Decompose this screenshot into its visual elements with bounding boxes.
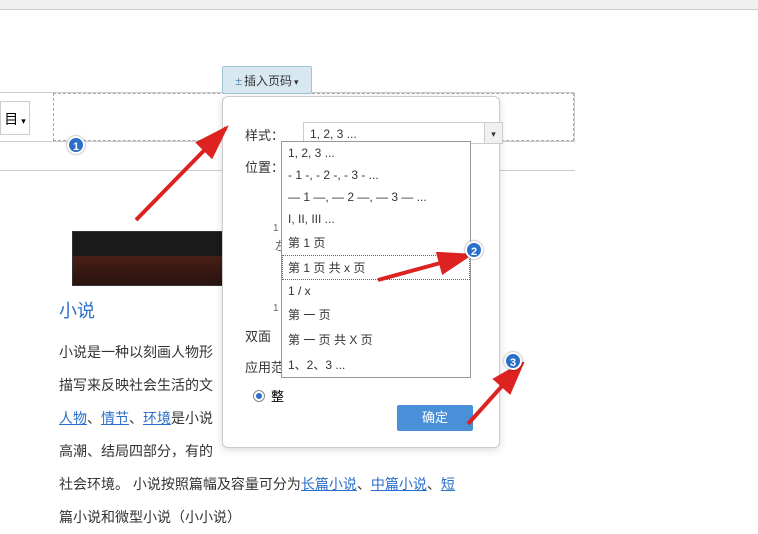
scope-whole-label: 整 [271, 386, 284, 405]
style-dropdown: 1, 2, 3 ... - 1 -, - 2 -, - 3 - ... — 1 … [281, 141, 471, 378]
chevron-down-icon: ▾ [21, 116, 26, 126]
dropdown-item[interactable]: - 1 -, - 2 -, - 3 - ... [282, 164, 470, 186]
article-line3: 是小说 [171, 410, 213, 426]
insert-page-number-button[interactable]: ±插入页码▾ [222, 66, 312, 94]
dropdown-item[interactable]: 1、2、3 ... [282, 352, 470, 377]
dropdown-item[interactable]: 第 一 页 [282, 302, 470, 327]
article-line2: 描写来反映社会生活的文 [59, 377, 213, 393]
page-number-dialog: 样式： 1, 2, 3 ... ▾ 位置： 1 左 1 双面 应用范 整 1, … [222, 96, 500, 448]
insert-btn-label: 插入页码 [244, 74, 292, 88]
page-marker: 1 [273, 303, 279, 314]
ok-button[interactable]: 确定 [397, 405, 473, 431]
dropdown-item-highlighted[interactable]: 第 1 页 共 x 页 [282, 255, 470, 280]
article-line5a: 社会环境。 小说按照篇幅及容量可分为 [59, 476, 301, 492]
link-environment[interactable]: 环境 [143, 410, 171, 426]
dropdown-item[interactable]: 第 1 页 [282, 230, 470, 255]
callout-3: 3 [504, 352, 522, 370]
duplex-label: 双面 [245, 329, 271, 344]
dropdown-toggle[interactable]: ▾ [484, 123, 502, 143]
dropdown-item[interactable]: 1 / x [282, 280, 470, 302]
style-value: 1, 2, 3 ... [310, 127, 357, 141]
article-line4: 高潮、结局四部分，有的 [59, 443, 213, 459]
chevron-down-icon: ▾ [294, 77, 299, 87]
article-line6: 篇小说和微型小说（小小说） [59, 509, 241, 525]
position-label: 位置： [245, 160, 284, 175]
scope-label: 应用范 [245, 357, 284, 376]
callout-2: 2 [465, 241, 483, 259]
dropdown-item[interactable]: I, II, III ... [282, 208, 470, 230]
format-style-text: 目 [4, 111, 18, 127]
link-characters[interactable]: 人物 [59, 410, 87, 426]
tab-bar [0, 0, 758, 10]
article-line1: 小说是一种以刻画人物形 [59, 344, 213, 360]
dropdown-item[interactable]: 第 一 页 共 X 页 [282, 327, 470, 352]
page-number-icon: ± [235, 74, 242, 88]
scope-whole-radio[interactable] [253, 390, 265, 402]
dropdown-item[interactable]: 1, 2, 3 ... [282, 142, 470, 164]
page-marker: 1 [273, 223, 279, 234]
link-short-novel[interactable]: 短 [441, 476, 455, 492]
link-mid-novel[interactable]: 中篇小说 [371, 476, 427, 492]
format-style-select[interactable]: 目▾ [0, 101, 30, 135]
document-image [72, 231, 244, 286]
dropdown-item[interactable]: — 1 —, — 2 —, — 3 — ... [282, 186, 470, 208]
link-long-novel[interactable]: 长篇小说 [301, 476, 357, 492]
style-label: 样式： [245, 128, 284, 143]
link-plot[interactable]: 情节 [101, 410, 129, 426]
callout-1: 1 [67, 136, 85, 154]
